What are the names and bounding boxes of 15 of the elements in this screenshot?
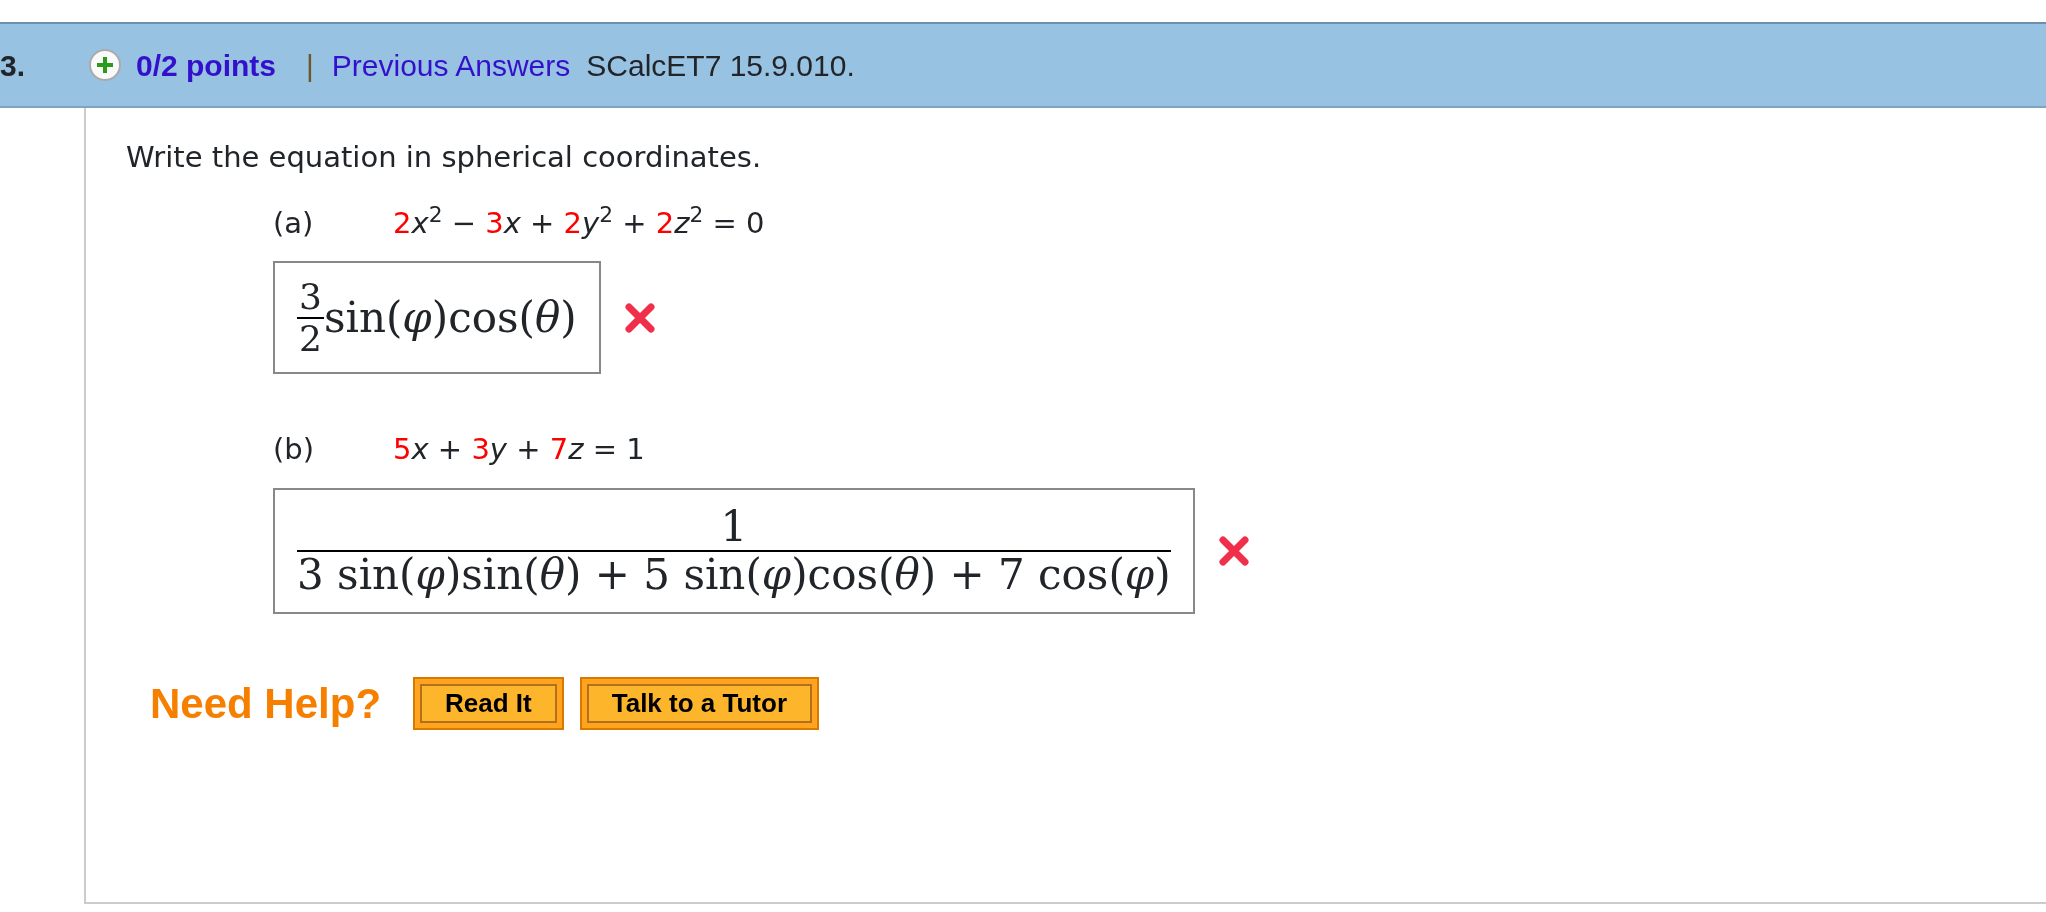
equation: 2x$^{2}$ − 3x + 2y$^{2}$ + 2z$^{2}$ = 0: [393, 201, 765, 242]
plus-icon[interactable]: [88, 48, 122, 82]
answer-box: 1 3 sin(φ)sin(θ) + 5 sin(φ)cos(θ) + 7 cos(φ): [273, 487, 1195, 615]
points-link[interactable]: 0/2 points: [136, 42, 277, 88]
separator: |: [306, 47, 314, 84]
part-label: (b): [273, 431, 316, 469]
question-number: 3.: [0, 47, 27, 84]
question-source: SCalcET7 15.9.010.: [586, 47, 855, 84]
help-button[interactable]: Talk to a Tutor: [579, 676, 819, 731]
part-label: (a): [273, 204, 315, 242]
equation: 5x + 3y + 7z = 1: [393, 431, 645, 469]
question-prompt: Write the equation in spherical coordinates.: [126, 139, 763, 176]
previous-answers-link[interactable]: Previous Answers: [331, 42, 571, 88]
help-button[interactable]: Read It: [413, 676, 564, 731]
need-help-label: Need Help?: [150, 679, 382, 730]
